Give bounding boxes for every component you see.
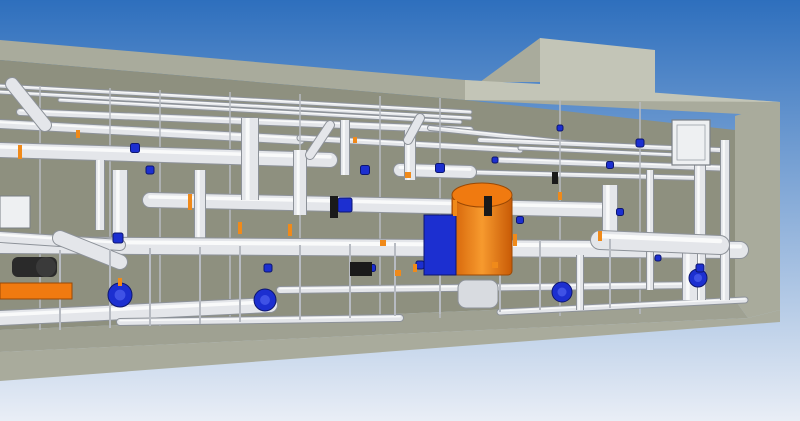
flange [558,192,562,200]
black-fitting [330,196,338,218]
motor-housing [457,279,499,309]
flange [188,194,192,210]
flange [288,224,292,236]
valve-body [145,165,155,175]
end-wall [735,102,780,318]
flange [238,222,242,234]
pump-eye [557,287,567,297]
flange [453,200,457,216]
valve-body [112,232,124,244]
black-fitting [552,172,558,184]
valve-body [616,208,624,216]
valve-body [415,260,425,270]
flange [598,231,602,241]
flange [118,278,122,286]
pump-eye [693,273,703,283]
black-fitting [484,196,492,216]
orange-accent [492,262,498,268]
vessel-dome [451,182,513,208]
valve-body [556,124,564,132]
flange [18,145,22,159]
flange [76,130,80,138]
electrical-panel [671,119,711,166]
valve-body [695,263,705,273]
valve-body [654,254,662,262]
flange [413,264,417,272]
valve-body [606,161,614,169]
orange-accent [380,240,386,246]
motor-fan [36,257,56,277]
wall-box [0,195,31,229]
valve-body [130,143,140,153]
valve-body [263,263,273,273]
black-fitting [350,262,372,276]
heat-exchanger-plates [423,214,457,276]
orange-skid-tank [0,282,73,300]
orange-accent [405,172,411,178]
pump-eye [260,295,270,305]
orange-accent [395,270,401,276]
pump-eye [114,289,126,301]
valve-body [360,165,370,175]
valve-body [516,216,524,224]
flange [513,234,517,246]
valve-body [491,156,499,164]
flange [353,137,357,143]
valve-body [635,138,645,148]
piping-skid-render [0,0,800,421]
valve-body [435,163,445,173]
valve-body [337,197,353,213]
